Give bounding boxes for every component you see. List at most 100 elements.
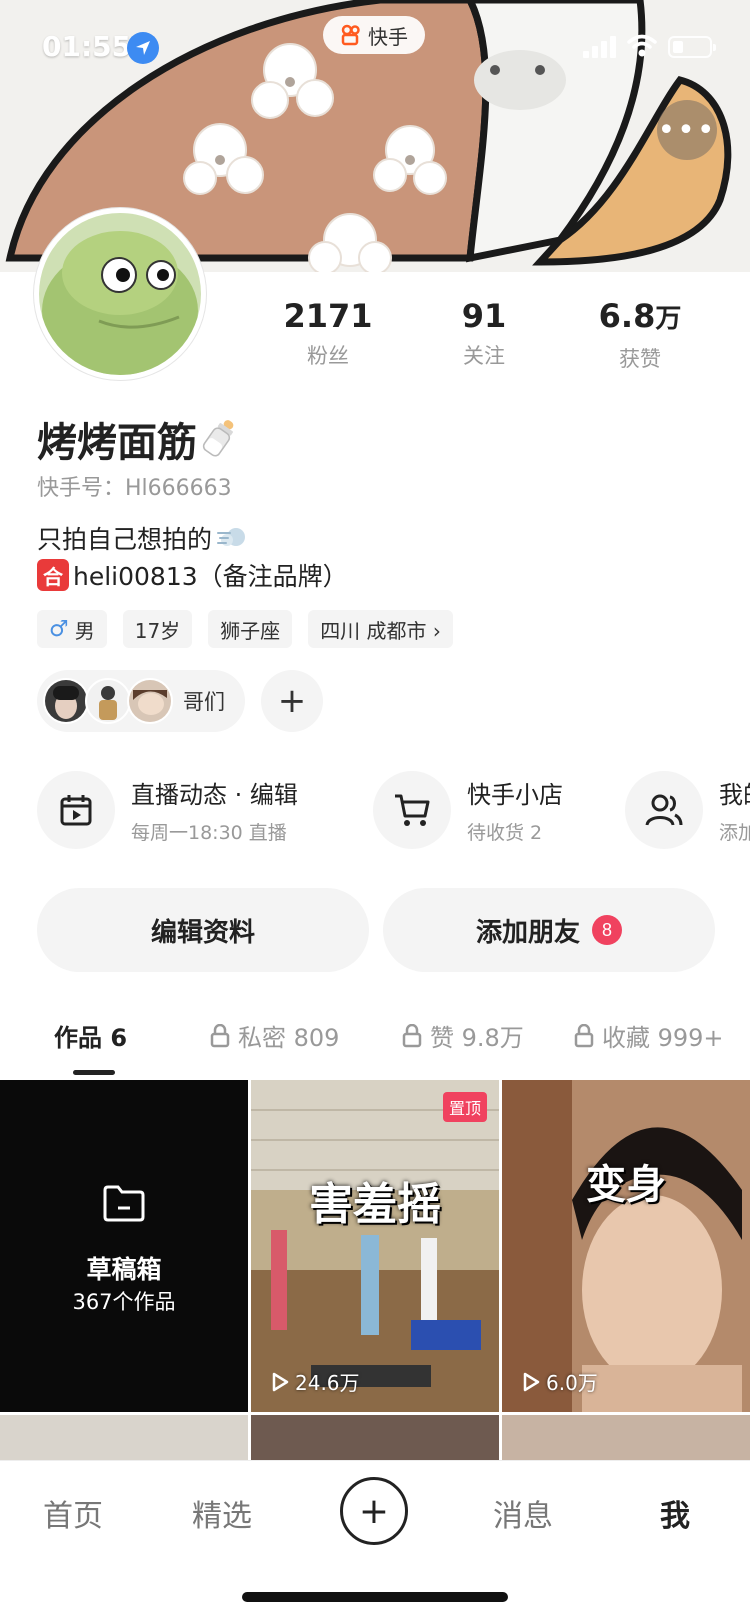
feature-my-sub: 添加: [719, 822, 750, 844]
tab-favorites-label: 收藏 999+: [602, 1024, 724, 1052]
lock-icon: [402, 1023, 422, 1047]
tab-liked[interactable]: 赞 9.8万: [402, 1018, 524, 1053]
feature-my[interactable]: 我的 添加: [625, 770, 750, 850]
likes-count: 6.8: [598, 297, 656, 335]
tab-private[interactable]: 私密 809: [210, 1018, 339, 1053]
feature-shop[interactable]: 快手小店 待收货 2: [373, 770, 563, 850]
add-friend-label: 添加朋友: [475, 916, 580, 947]
more-dots-icon: •••: [657, 112, 717, 148]
nav-create-button[interactable]: +: [340, 1477, 408, 1545]
add-friend-button[interactable]: 添加朋友 8: [383, 888, 715, 972]
lock-icon: [574, 1023, 594, 1047]
video-2-views: 6.0万: [522, 1367, 598, 1396]
play-icon: [272, 1372, 289, 1391]
app-pill-label: 快手: [368, 24, 408, 49]
nav-featured[interactable]: 精选: [192, 1491, 252, 1535]
kuaishou-id[interactable]: 快手号：Hl666663: [37, 470, 232, 502]
tag-zodiac: 狮子座: [208, 610, 293, 648]
friend-avatar-1: [43, 678, 89, 724]
video-1-view-count: 24.6万: [295, 1371, 360, 1395]
friends-pill[interactable]: 哥们: [37, 670, 245, 732]
tag-location[interactable]: 四川 成都市 ›: [308, 610, 453, 648]
video-cell-4[interactable]: [251, 1415, 499, 1460]
baby-bottle-icon: [202, 420, 234, 457]
cooperation-icon: 合: [37, 559, 69, 591]
bio-line-2-text: heli00813（备注品牌）: [73, 562, 348, 591]
location-icon: [127, 32, 159, 64]
battery-icon: [668, 36, 716, 58]
friends-label: 哥们: [183, 690, 225, 714]
feature-shop-sub: 待收货 2: [467, 822, 543, 844]
stat-following[interactable]: 91 关注: [406, 296, 562, 373]
video-2-view-count: 6.0万: [546, 1371, 598, 1395]
profile-tags: ♂ 男 17岁 狮子座 四川 成都市 ›: [37, 610, 453, 648]
status-bar: 01:55 快手: [0, 0, 750, 96]
stat-followers[interactable]: 2171 粉丝: [250, 296, 406, 373]
add-friend-circle-button[interactable]: +: [261, 670, 323, 732]
drafts-count: 367个作品: [72, 1290, 176, 1314]
cart-icon: [373, 771, 451, 849]
tab-works-label: 作品 6: [54, 1024, 128, 1052]
nickname-text: 烤烤面筋: [37, 420, 197, 466]
feature-live-sub: 每周一18:30 直播: [131, 822, 287, 844]
cellular-signal-icon: [583, 36, 616, 58]
app-return-pill[interactable]: 快手: [323, 16, 425, 54]
video-1-views: 24.6万: [271, 1367, 360, 1396]
nav-messages[interactable]: 消息: [493, 1491, 553, 1535]
works-grid: 草稿箱 367个作品 置顶 害羞摇 24.6万 变身 6.0万: [0, 1080, 750, 1460]
tag-age: 17岁: [122, 610, 193, 648]
avatar-frog-image: [39, 213, 201, 375]
drafts-cell[interactable]: 草稿箱 367个作品: [0, 1080, 248, 1412]
nav-me[interactable]: 我: [660, 1491, 690, 1535]
tab-works[interactable]: 作品 6: [54, 1018, 127, 1053]
tab-private-label: 私密 809: [238, 1024, 340, 1052]
likes-label: 获赞: [619, 347, 661, 371]
video-cell-3[interactable]: [0, 1415, 248, 1460]
stat-likes[interactable]: 6.8万 获赞: [562, 296, 718, 373]
folder-icon: [103, 1185, 145, 1222]
feature-my-title: 我的: [719, 781, 750, 809]
avatar[interactable]: [34, 208, 206, 380]
feature-live-schedule[interactable]: 直播动态 · 编辑 每周一18:30 直播: [37, 770, 298, 850]
male-icon: ♂: [49, 616, 69, 642]
feature-shop-title: 快手小店: [467, 781, 563, 809]
feature-shortcuts: 直播动态 · 编辑 每周一18:30 直播 快手小店 待收货 2 我的 添加: [37, 770, 750, 850]
tab-favorites[interactable]: 收藏 999+: [574, 1018, 724, 1053]
profile-nickname: 烤烤面筋: [37, 410, 241, 468]
edit-profile-button[interactable]: 编辑资料: [37, 888, 369, 972]
video-cell-2[interactable]: 变身 6.0万: [502, 1080, 750, 1412]
bio-line-2: 合 heli00813（备注品牌）: [37, 557, 348, 593]
add-friend-badge: 8: [592, 915, 622, 945]
wifi-icon: [627, 34, 657, 57]
kuaishou-logo-icon: [341, 24, 360, 46]
dash-cloud-icon: [217, 528, 246, 546]
calendar-icon: [37, 771, 115, 849]
tag-location-label: 四川 成都市 ›: [320, 618, 441, 643]
tag-zodiac-label: 狮子座: [220, 618, 281, 643]
drafts-title: 草稿箱: [86, 1255, 162, 1284]
video-cell-1[interactable]: 置顶 害羞摇 24.6万: [251, 1080, 499, 1412]
friend-avatar-3: [127, 678, 173, 724]
video-thumbnail-1: [251, 1080, 499, 1412]
followers-label: 粉丝: [307, 344, 349, 368]
likes-unit: 万: [655, 304, 682, 334]
play-icon: [523, 1372, 540, 1391]
video-cell-5[interactable]: [502, 1415, 750, 1460]
tag-gender-label: 男: [74, 618, 95, 643]
plus-icon: +: [358, 1490, 390, 1532]
people-icon: [625, 771, 703, 849]
more-options-button[interactable]: •••: [657, 100, 717, 160]
profile-stats: 2171 粉丝 91 关注 6.8万 获赞: [250, 296, 720, 373]
tag-age-label: 17岁: [134, 618, 181, 643]
video-2-caption: 变身: [586, 1162, 666, 1208]
nav-home[interactable]: 首页: [43, 1491, 103, 1535]
active-tab-indicator: [73, 1070, 115, 1075]
bio-line-1-text: 只拍自己想拍的: [37, 525, 213, 554]
video-1-caption: 害羞摇: [309, 1179, 441, 1230]
tag-gender: ♂ 男: [37, 610, 107, 648]
friends-row: 哥们 +: [37, 670, 323, 732]
pinned-badge: 置顶: [442, 1092, 487, 1122]
lock-icon: [210, 1023, 230, 1047]
home-indicator: [242, 1592, 508, 1602]
feature-live-title: 直播动态 · 编辑: [131, 781, 298, 809]
